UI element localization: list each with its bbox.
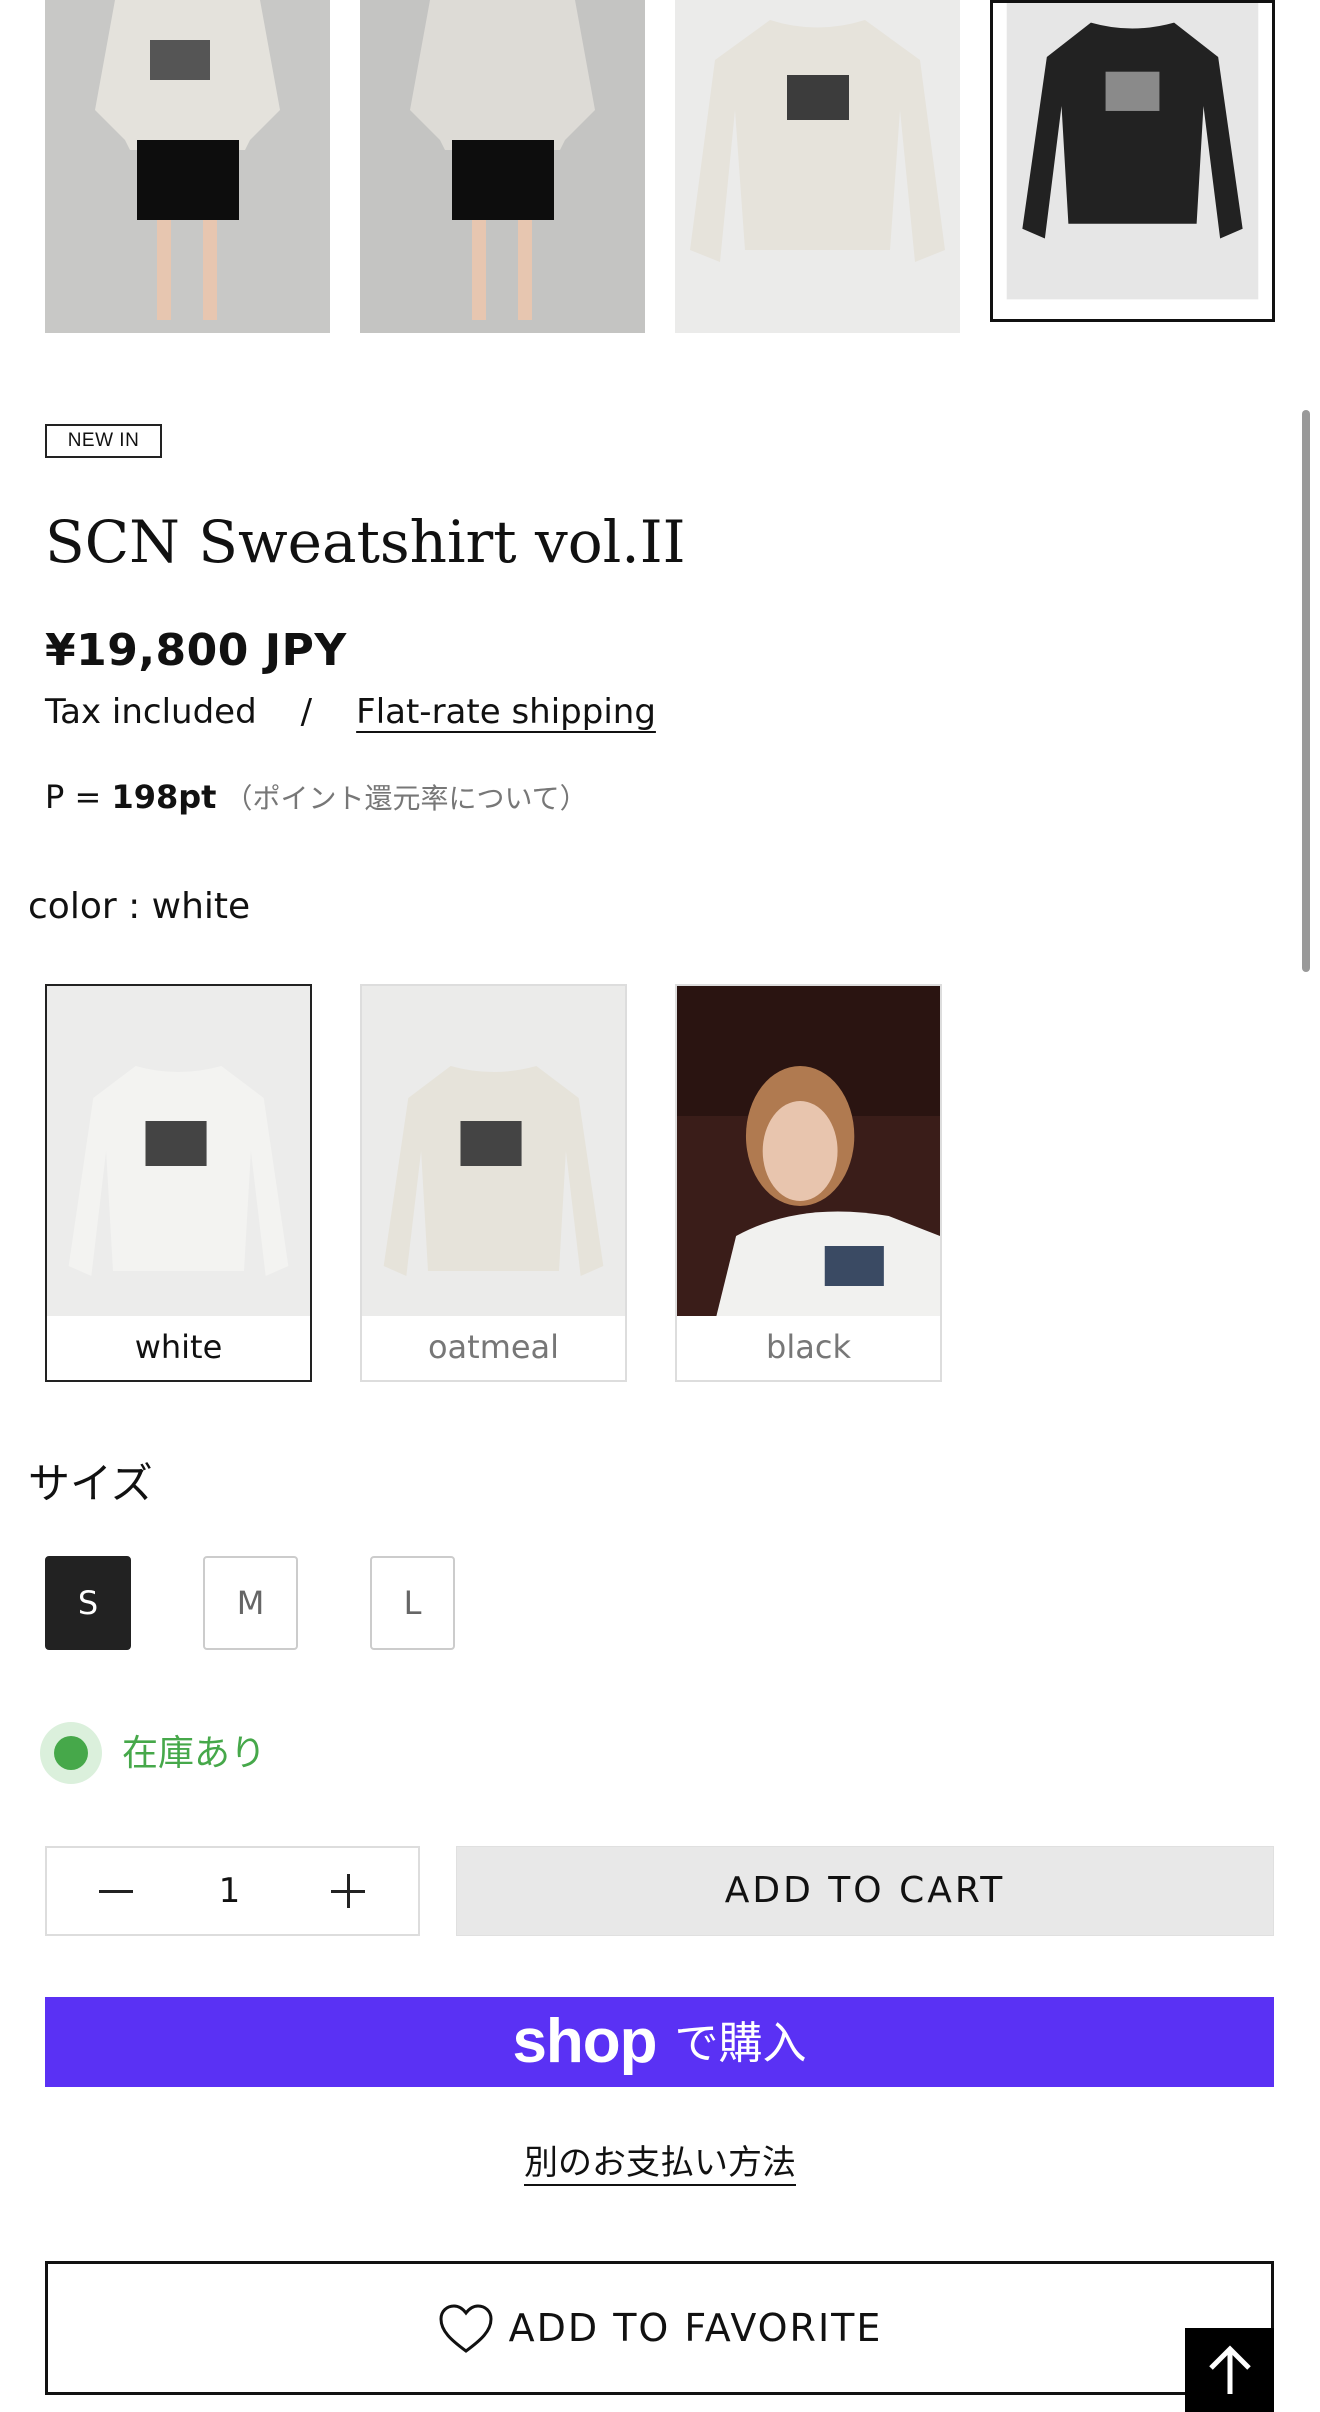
quantity-value[interactable]: 1 xyxy=(177,1848,282,1934)
product-title: SCN Sweatshirt vol.II xyxy=(45,508,686,576)
add-to-favorite-button[interactable]: ADD TO FAVORITE xyxy=(45,2261,1274,2395)
points-line: P = 198pt （ポイント還元率について） xyxy=(45,777,588,817)
scrollbar[interactable] xyxy=(1302,410,1310,972)
tax-shipping-line: Tax included / Flat-rate shipping xyxy=(45,692,656,732)
quantity-stepper: 1 xyxy=(45,1846,420,1936)
plus-icon[interactable] xyxy=(288,1848,418,1934)
thumbnail-oatmeal-flat[interactable] xyxy=(675,0,960,333)
size-option-m[interactable]: M xyxy=(203,1556,298,1650)
minus-icon[interactable] xyxy=(47,1848,177,1934)
stock-status-text: 在庫あり xyxy=(122,1733,267,1774)
product-price: ¥19,800 JPY xyxy=(45,625,347,676)
color-option-label: black xyxy=(766,1328,851,1366)
color-option-label: white xyxy=(134,1328,223,1366)
arrow-up-icon xyxy=(1208,2345,1251,2394)
white-swatch-image xyxy=(47,986,310,1316)
other-payment-row: 別のお支払い方法 xyxy=(0,2135,1320,2184)
size-option-s[interactable]: S xyxy=(45,1556,131,1650)
points-info-link[interactable]: （ポイント還元率について） xyxy=(224,782,587,815)
black-swatch-image xyxy=(677,986,940,1316)
shop-pay-button[interactable]: shop で購入 xyxy=(45,1997,1274,2087)
points-prefix: P = xyxy=(45,778,112,816)
thumbnail-model-back[interactable] xyxy=(360,0,645,333)
shop-pay-logo: shop xyxy=(512,2007,657,2076)
shop-pay-label: で購入 xyxy=(674,2018,807,2069)
oatmeal-swatch-image xyxy=(362,986,625,1316)
color-option-white[interactable]: white xyxy=(45,984,312,1382)
points-value: 198pt xyxy=(111,778,217,816)
color-option-black[interactable]: black xyxy=(675,984,942,1382)
size-option-l[interactable]: L xyxy=(370,1556,455,1650)
add-to-favorite-label: ADD TO FAVORITE xyxy=(508,2306,883,2350)
color-option-oatmeal[interactable]: oatmeal xyxy=(360,984,627,1382)
color-option-label: oatmeal xyxy=(427,1328,560,1366)
color-label: color : white xyxy=(28,886,251,927)
flat-rate-shipping-link[interactable]: Flat-rate shipping xyxy=(356,692,656,732)
in-stock-indicator-icon xyxy=(40,1722,102,1784)
other-payment-link[interactable]: 別のお支払い方法 xyxy=(524,2143,796,2183)
separator: / xyxy=(300,692,313,732)
thumbnail-black-flat[interactable] xyxy=(990,0,1275,322)
tax-included-text: Tax included xyxy=(45,692,257,732)
back-to-top-button[interactable] xyxy=(1185,2328,1274,2412)
new-in-badge: NEW IN xyxy=(45,424,162,458)
size-label: サイズ xyxy=(28,1459,153,1508)
add-to-cart-button[interactable]: ADD TO CART xyxy=(456,1846,1274,1936)
heart-icon xyxy=(439,2304,493,2353)
thumbnail-model-front[interactable] xyxy=(45,0,330,333)
